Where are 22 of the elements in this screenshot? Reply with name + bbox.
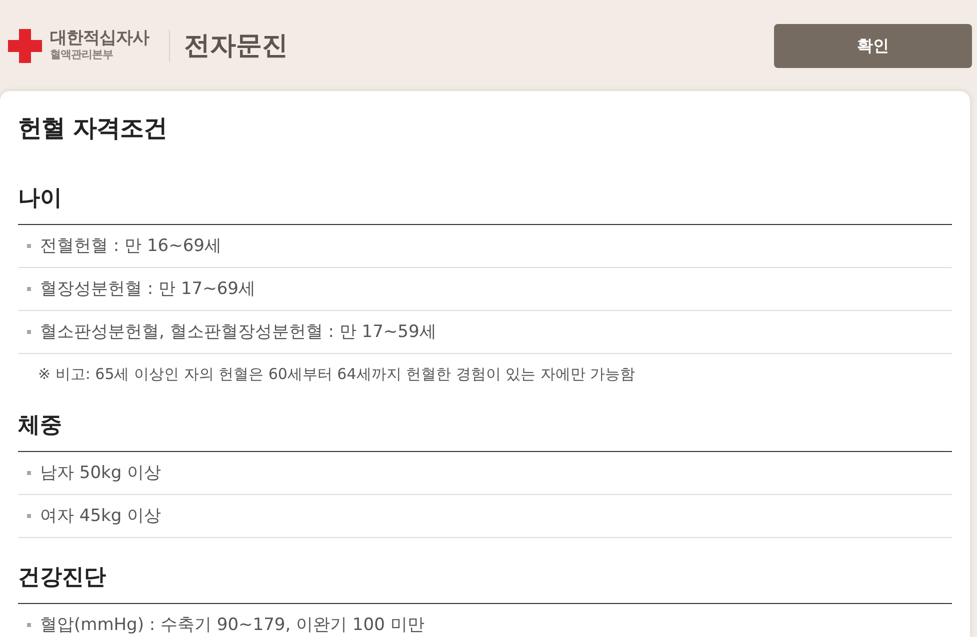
- section-heading: 건강진단: [18, 562, 952, 604]
- bullet-icon: [27, 514, 31, 518]
- section-heading: 체중: [18, 410, 952, 452]
- content-title: 헌혈 자격조건: [18, 113, 168, 144]
- logo-title-text: 대한적십자사: [50, 29, 149, 48]
- bullet-icon: [27, 244, 31, 248]
- requirement-text: 혈소판성분헌혈, 혈소판혈장성분헌혈 : 만 17~59세: [40, 321, 436, 343]
- requirement-text: 혈장성분헌혈 : 만 17~69세: [40, 278, 256, 300]
- section-heading: 나이: [18, 183, 952, 225]
- confirm-button[interactable]: 확인: [774, 24, 972, 68]
- page-title: 전자문진: [184, 30, 288, 62]
- bullet-icon: [27, 287, 31, 291]
- requirement-text: 혈압(mmHg) : 수축기 90~179, 이완기 100 미만: [40, 614, 424, 636]
- bullet-icon: [27, 471, 31, 475]
- requirement-text: 전혈헌혈 : 만 16~69세: [40, 235, 222, 257]
- note-text: ※ 비고: 65세 이상인 자의 헌혈은 60세부터 64세까지 헌혈한 경험이 있는 자에만 가능함: [38, 365, 636, 383]
- cross-logo-icon: [8, 28, 42, 62]
- logo-subtitle-text: 혈액관리본부: [50, 48, 114, 62]
- bullet-icon: [27, 623, 31, 627]
- bullet-icon: [27, 330, 31, 334]
- requirement-text: 여자 45kg 이상: [40, 505, 162, 527]
- requirement-text: 남자 50kg 이상: [40, 462, 162, 484]
